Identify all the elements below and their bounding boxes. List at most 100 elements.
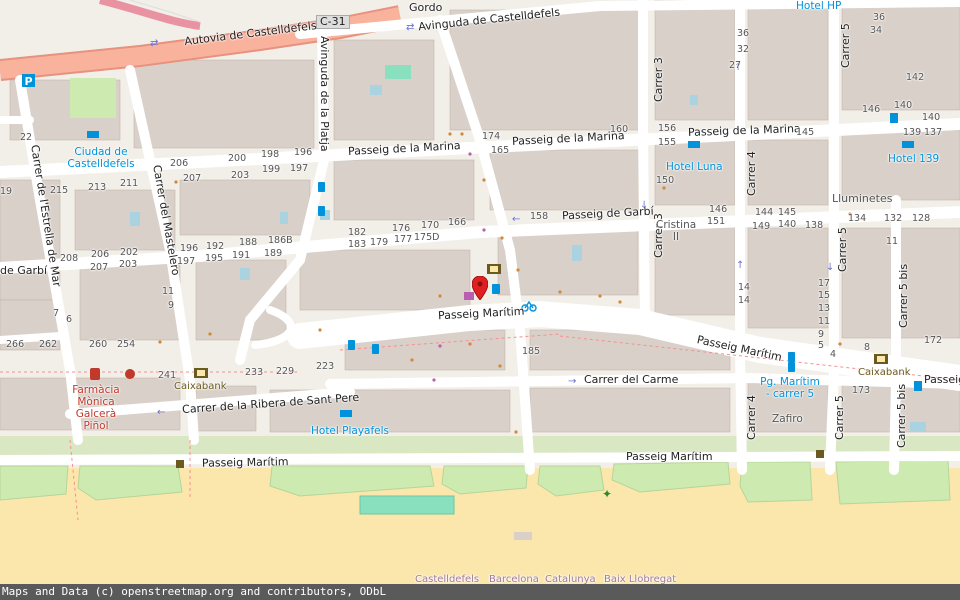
label-gordo: Gordo [409,1,443,14]
house-number: 233 [245,367,264,378]
house-number: 174 [482,131,501,142]
house-number: 198 [261,149,280,160]
house-number: 145 [778,207,797,218]
svg-text:↓: ↓ [826,262,834,273]
house-number: 215 [50,185,69,196]
house-number: 140 [778,219,797,230]
label-carrer-4b: Carrer 4 [745,395,758,440]
house-number: 188 [239,237,258,248]
house-number: 4 [830,349,837,360]
pool [385,65,411,79]
bus-stop-icon [318,182,325,192]
house-number: 150 [656,175,675,186]
house-number: 140 [922,112,941,123]
bus-stop-icon [492,284,500,294]
label-zafiro: Zafiro [772,413,803,425]
attribution-bar[interactable]: Maps and Data (c) openstreetmap.org and … [0,584,960,600]
house-number: 14 [738,295,751,306]
label-hotel-luna[interactable]: Hotel Luna [666,161,723,173]
house-number: 177 [394,234,413,245]
label-hotel-hp[interactable]: Hotel HP [796,0,841,12]
bus-stop-icon [788,352,795,362]
house-number: 197 [290,163,309,174]
house-number: 156 [658,123,677,134]
house-number: 211 [120,178,139,189]
house-number: 22 [20,132,33,143]
house-number: 223 [316,361,335,372]
house-number: 183 [348,239,367,250]
house-number: 132 [884,213,903,224]
house-number: 206 [170,158,189,169]
label-carrer-3a: Carrer 3 [652,57,665,102]
house-number: 145 [796,127,815,138]
grass-patch [739,461,813,503]
label-carrer-5a: Carrer 5 [839,23,852,68]
house-number: 34 [870,25,883,36]
house-number: 140 [894,100,913,111]
label-ciudad-castelldefels[interactable]: Ciudad de Castelldefels [66,146,136,170]
label-c31: C-31 [316,15,350,29]
label-passeig-maritim-3: Passeig Marítim [201,455,289,470]
label-caixabank-1: Caixabank [174,381,227,392]
house-number: 189 [264,248,283,259]
svg-text:↑: ↑ [736,260,744,271]
house-number: 13 [818,303,831,314]
house-number: 213 [88,182,107,193]
house-number: 11 [162,286,175,297]
house-number: 27 [729,60,742,71]
label-cristina: Cristina II [656,219,697,243]
label-passeig-right: Passeig [924,373,960,386]
label-hotel-139[interactable]: Hotel 139 [888,153,939,165]
house-number: 160 [610,124,629,135]
house-number: 5 [818,340,825,351]
house-number: 182 [348,227,367,238]
house-number: 199 [262,164,281,175]
park-area [70,78,116,118]
bus-stop-icon [348,340,355,350]
house-number: 149 [752,221,771,232]
map-viewport[interactable]: { "streets": { "autovia": "Autovia de Ca… [0,0,960,600]
bus-stop-icon [318,206,325,216]
house-number: 36 [873,12,886,23]
carrer-3-road [638,0,650,325]
house-number: 139 [903,127,922,138]
house-number: 19 [0,186,13,197]
house-number: 146 [862,104,881,115]
house-number: 17 [818,278,831,289]
house-number: 134 [848,213,867,224]
house-number: 208 [60,253,79,264]
house-number: 203 [119,259,138,270]
label-pg-maritim[interactable]: Pg. Marítim - carrer 5 [758,376,822,400]
house-number: 155 [658,137,677,148]
svg-text:←: ← [512,214,520,225]
svg-text:⇄: ⇄ [406,22,414,33]
location-marker-icon[interactable] [472,276,488,300]
beach-pitch [359,495,455,515]
house-number: 185 [522,346,541,357]
label-hotel-playafels[interactable]: Hotel Playafels [311,425,389,437]
house-number: 128 [912,213,931,224]
house-number: 207 [90,262,109,273]
house-number: 158 [530,211,549,222]
svg-text:P: P [25,75,33,88]
house-number: 173 [852,385,871,396]
house-number: 241 [158,370,177,381]
label-passeig-maritim-4: Passeig Marítim [626,450,713,463]
svg-text:✦: ✦ [602,487,612,501]
label-carrer-5c: Carrer 5 [833,395,846,440]
grass-patch [0,465,69,501]
house-number: 200 [228,153,247,164]
label-lluminetes: Lluminetes [832,192,893,205]
label-carrer-5bis-a: Carrer 5 bis [897,263,910,328]
house-number: 7 [53,308,60,319]
house-number: 206 [91,249,110,260]
svg-text:⇄: ⇄ [150,38,158,49]
label-carrer-carme: Carrer del Carme [584,373,679,386]
house-number: 207 [183,173,202,184]
house-number: 196 [294,147,313,158]
house-number: 11 [818,316,831,327]
house-number: 142 [906,72,925,83]
label-farmacia[interactable]: Farmàcia Mònica Galcerà Piñol [68,384,124,432]
house-number: 166 [448,217,467,228]
house-number: 260 [89,339,108,350]
